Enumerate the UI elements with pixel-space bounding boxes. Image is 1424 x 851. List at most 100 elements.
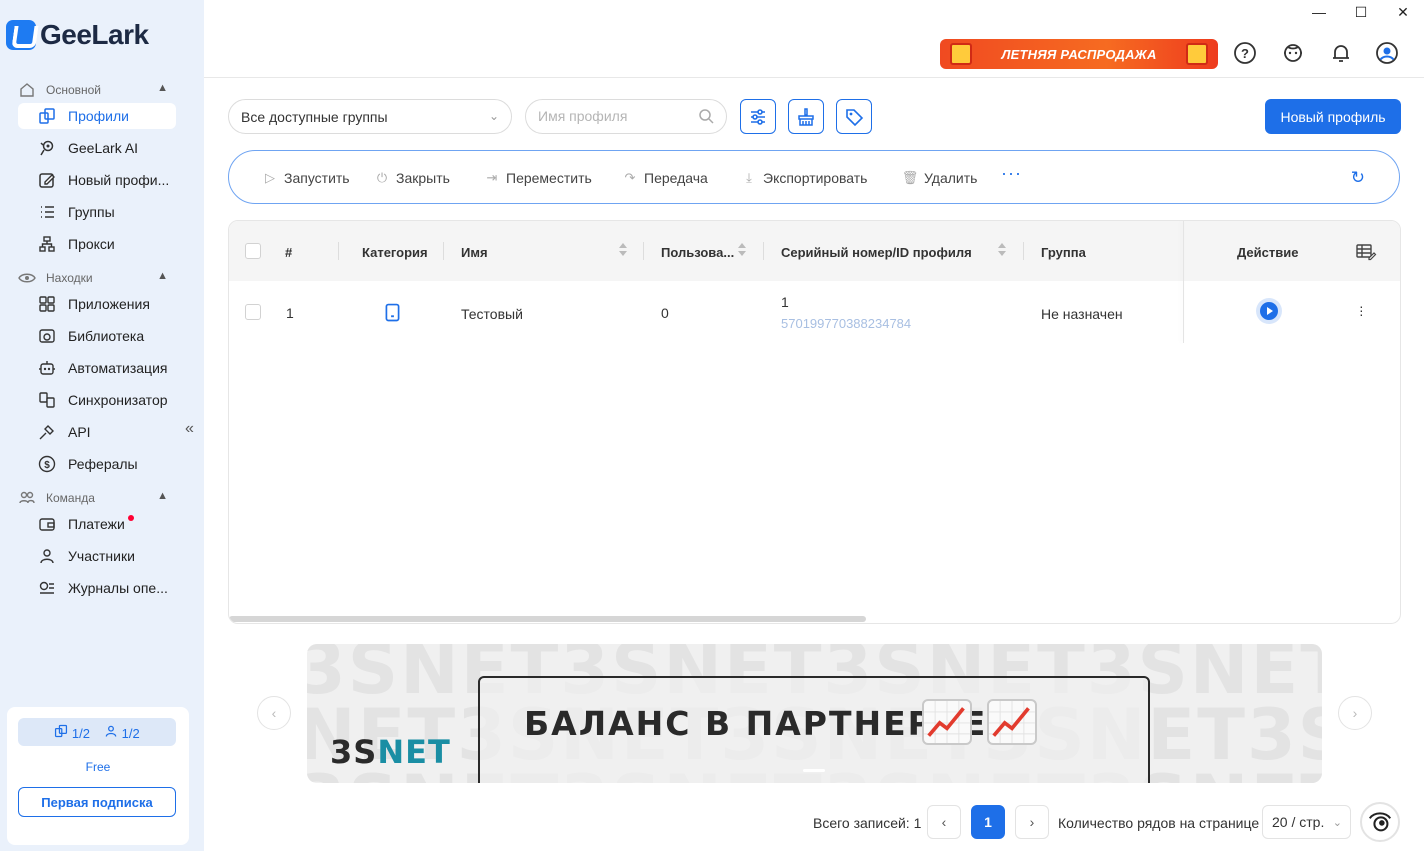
watch-icon[interactable]: [1360, 802, 1400, 842]
launch-profile-button[interactable]: [1256, 298, 1282, 324]
help-icon[interactable]: ?: [1233, 41, 1257, 65]
carousel-prev-button[interactable]: ‹: [257, 696, 291, 730]
page-button[interactable]: 1: [971, 805, 1005, 839]
total-records: Всего записей: 1: [813, 815, 922, 831]
sidebar-item-payments[interactable]: Платежи: [18, 511, 176, 537]
group-select[interactable]: Все доступные группы ⌄: [228, 99, 512, 134]
bell-icon[interactable]: [1329, 41, 1353, 65]
sidebar-item-members[interactable]: Участники: [18, 543, 176, 569]
tags-button[interactable]: [836, 99, 872, 134]
ad-banner[interactable]: 3SNET3SNET3SNET3SNET3SNE NET3SNET3SNET3S…: [307, 644, 1322, 783]
sidebar-item-automation[interactable]: Автоматизация: [18, 355, 176, 381]
bulk-actions-bar: ▷ Запустить ⏻ Закрыть ⇥ Переместить ↷ Пе…: [228, 150, 1400, 204]
clean-button[interactable]: [788, 99, 824, 134]
summer-sale-banner[interactable]: ЛЕТНЯЯ РАСПРОДАЖА: [940, 39, 1218, 69]
sidebar-item-geelark-ai[interactable]: GeeLark AI: [18, 135, 176, 161]
export-button[interactable]: ⤓ Экспортировать: [742, 170, 867, 186]
sidebar-item-label: Профили: [68, 108, 129, 124]
svg-text:?: ?: [1241, 46, 1249, 61]
chevron-down-icon: ⌄: [1332, 817, 1342, 829]
section-label: Основной: [46, 83, 102, 97]
profiles-icon: [38, 107, 56, 125]
start-button[interactable]: ▷ Запустить: [263, 170, 350, 186]
new-profile-button[interactable]: Новый профиль: [1265, 99, 1401, 134]
action-label: Передача: [644, 170, 708, 186]
sidebar-item-api[interactable]: API: [18, 419, 176, 445]
sidebar-item-label: Журналы опе...: [68, 580, 168, 596]
column-header-serial[interactable]: Серийный номер/ID профиля: [781, 245, 972, 260]
carousel-next-button[interactable]: ›: [1338, 696, 1372, 730]
section-main[interactable]: Основной ▲: [18, 81, 168, 99]
action-label: Экспортировать: [763, 170, 868, 186]
sidebar-item-library[interactable]: Библиотека: [18, 323, 176, 349]
more-actions-button[interactable]: ···: [1001, 163, 1022, 184]
gift-icon: [950, 43, 972, 65]
profile-user: 0: [661, 305, 669, 321]
ai-icon: [38, 139, 56, 157]
maximize-button[interactable]: ☐: [1340, 0, 1382, 24]
action-label: Закрыть: [396, 170, 450, 186]
row-more-icon[interactable]: · · ·: [1359, 299, 1364, 321]
sidebar-item-referrals[interactable]: $ Рефералы: [18, 451, 176, 477]
api-icon: [38, 423, 56, 441]
select-all-checkbox[interactable]: [245, 243, 261, 259]
page-size-select[interactable]: 20 / стр. ⌄: [1262, 805, 1351, 839]
refresh-icon[interactable]: ↻: [1351, 168, 1365, 188]
column-header-name[interactable]: Имя: [461, 245, 488, 260]
sidebar-item-label: Библиотека: [68, 328, 145, 344]
support-icon[interactable]: [1281, 41, 1305, 65]
column-divider: [338, 242, 339, 260]
collapse-sidebar-icon[interactable]: «: [185, 420, 194, 438]
sidebar-item-label: API: [68, 424, 91, 440]
sidebar-item-apps[interactable]: Приложения: [18, 291, 176, 317]
column-divider: [763, 242, 764, 260]
minimize-button[interactable]: —: [1298, 0, 1340, 24]
team-icon: [18, 489, 36, 507]
profile-name[interactable]: Тестовый: [461, 306, 523, 322]
logs-icon: [38, 579, 56, 597]
transfer-button[interactable]: ↷ Передача: [623, 170, 708, 186]
sidebar-item-label: Синхронизатор: [68, 392, 168, 408]
library-icon: [38, 327, 56, 345]
members-count: 1/2: [104, 724, 140, 741]
sidebar-item-label: Приложения: [68, 296, 150, 312]
edit-icon: [38, 171, 56, 189]
sidebar-item-synchronizer[interactable]: Синхронизатор: [18, 387, 176, 413]
next-page-button[interactable]: ›: [1015, 805, 1049, 839]
filter-button[interactable]: [740, 99, 776, 134]
sidebar-item-profiles[interactable]: Профили: [18, 103, 176, 129]
account-icon[interactable]: [1375, 41, 1399, 65]
row-checkbox[interactable]: [245, 304, 261, 320]
column-header-user[interactable]: Пользова...: [661, 245, 734, 260]
sort-icon[interactable]: [738, 243, 746, 257]
group-select-value: Все доступные группы: [241, 108, 388, 125]
prev-page-button[interactable]: ‹: [927, 805, 961, 839]
play-icon: [1260, 302, 1278, 320]
sort-icon[interactable]: [998, 243, 1006, 257]
horizontal-scrollbar[interactable]: [229, 616, 866, 622]
chevron-down-icon: ⌄: [488, 109, 499, 123]
section-label: Находки: [46, 271, 93, 285]
close-window-button[interactable]: ✕: [1382, 0, 1424, 24]
delete-button[interactable]: 🗑︎ Удалить: [902, 170, 978, 186]
carousel-indicator[interactable]: [803, 769, 825, 772]
robot-icon: [38, 359, 56, 377]
profile-search[interactable]: [525, 99, 727, 134]
section-team[interactable]: Команда ▲: [18, 489, 168, 507]
tag-icon: [846, 108, 864, 126]
sidebar-item-groups[interactable]: Группы: [18, 199, 176, 225]
profiles-count: 1/2: [54, 724, 90, 741]
column-settings-icon[interactable]: [1355, 243, 1377, 264]
section-finds[interactable]: Находки ▲: [18, 269, 168, 287]
sidebar-item-logs[interactable]: Журналы опе...: [18, 575, 176, 601]
first-subscription-button[interactable]: Первая подписка: [18, 787, 176, 817]
brand-name: GeeLark: [40, 19, 149, 50]
plan-usage: 1/2 1/2: [18, 718, 176, 746]
move-button[interactable]: ⇥ Переместить: [485, 170, 592, 186]
close-button[interactable]: ⏻ Закрыть: [375, 170, 450, 186]
sort-icon[interactable]: [619, 243, 627, 257]
search-input[interactable]: [538, 108, 698, 124]
3snet-logo: 3SNET: [330, 733, 451, 771]
sidebar-item-new-profile[interactable]: Новый профи...: [18, 167, 176, 193]
sidebar-item-proxy[interactable]: Прокси: [18, 231, 176, 257]
